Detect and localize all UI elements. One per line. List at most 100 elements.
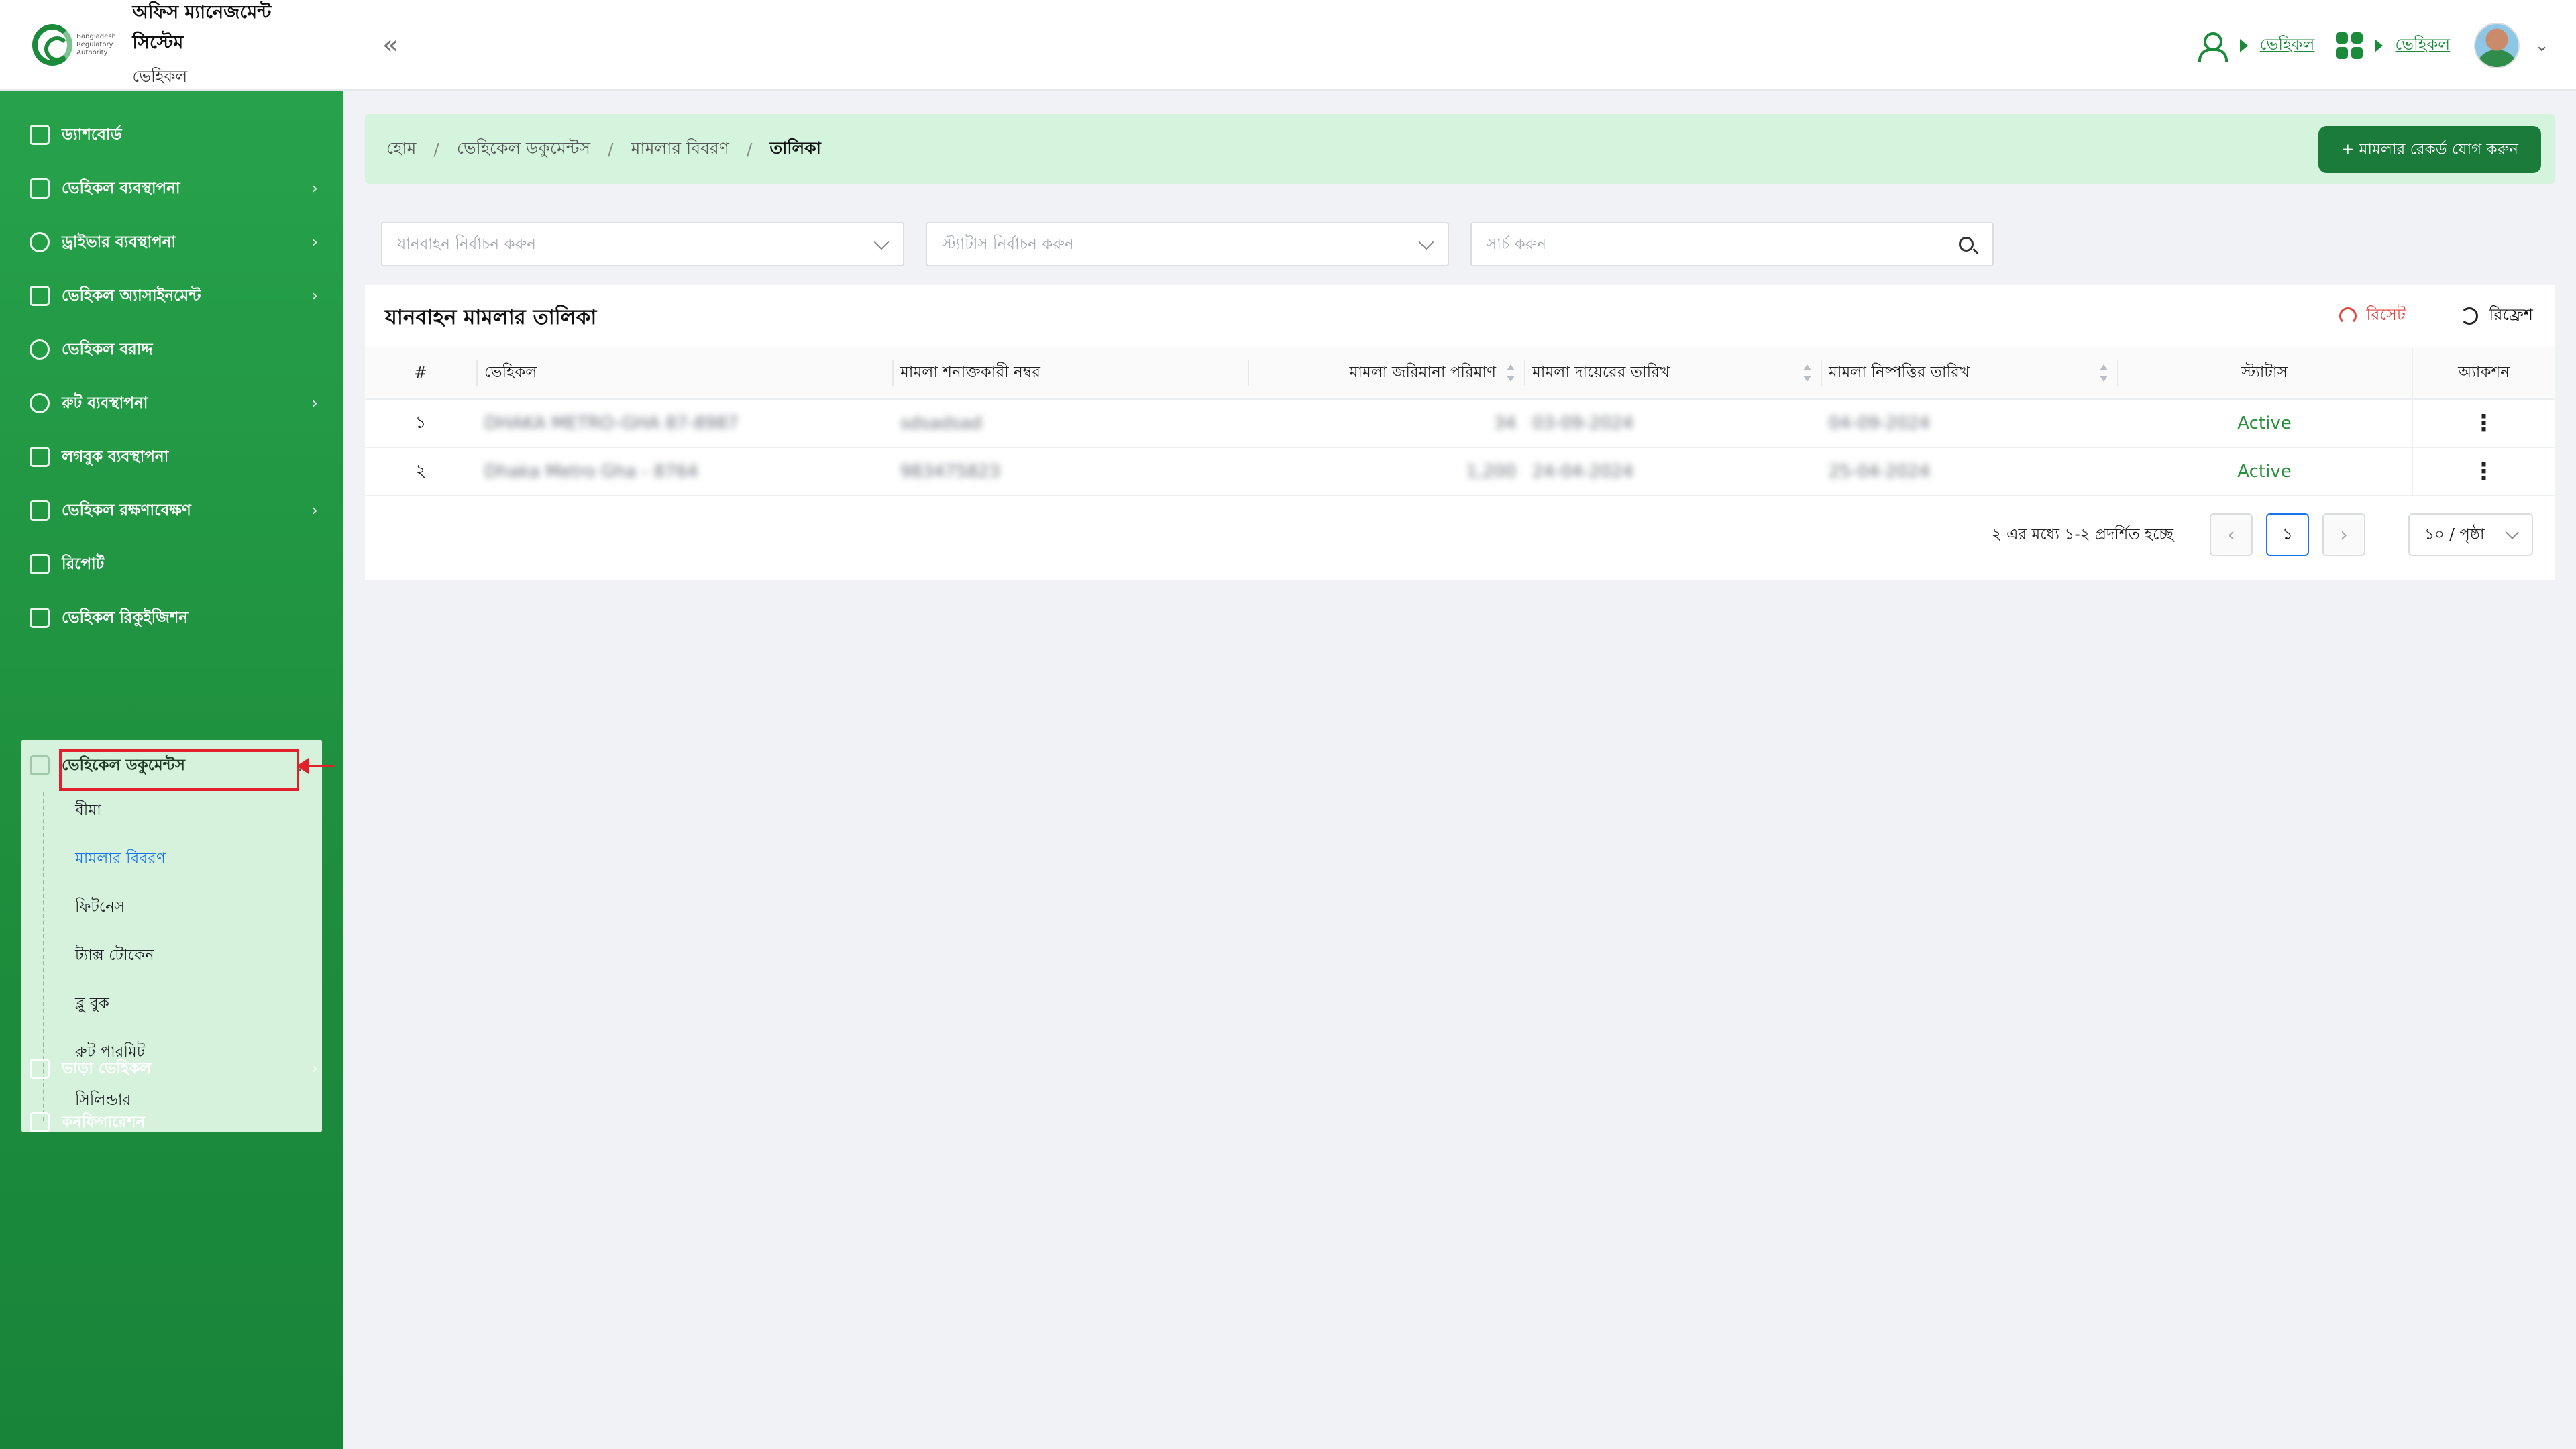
sidebar-item-label: ড্যাশবোর্ড — [62, 125, 122, 144]
status-select[interactable]: স্ট্যাটাস নির্বাচন করুন — [926, 222, 1449, 266]
col-header-label: স্ট্যাটাস — [2241, 364, 2288, 381]
submenu-item-blue-book[interactable]: ব্লু বুক — [75, 991, 109, 1017]
cell-resolved-date: 25-04-2024 — [1821, 447, 2117, 496]
pagination: ২ এর মধ্যে ১-২ প্রদর্শিত হচ্ছে ‹ ১ › ১০ … — [1992, 513, 2533, 556]
sidebar-item-label: রুট ব্যবস্থাপনা — [62, 394, 148, 412]
prev-page-button[interactable]: ‹ — [2210, 513, 2253, 556]
col-header-resolved-date[interactable]: মামলা নিষ্পত্তির তারিখ — [1821, 347, 2117, 400]
cell-case-id: 983475823 — [892, 447, 1248, 496]
col-header-vehicle: ভেহিকল — [476, 347, 892, 400]
sidebar-item-rent-vehicle[interactable]: ভাড়া ভেহিকল › — [30, 1050, 318, 1087]
submenu-item-case-details[interactable]: মামলার বিবরণ — [75, 846, 166, 872]
submenu-item-tax-token[interactable]: ট্যাক্স টোকেন — [75, 943, 154, 969]
header-link-vehicle-1[interactable]: ভেহিকল — [2260, 32, 2315, 59]
case-table-card: যানবাহন মামলার তালিকা রিসেট রিফ্রেশ # ভে… — [365, 285, 2555, 580]
col-header-index: # — [365, 347, 476, 400]
breadcrumb-home[interactable]: হোম — [386, 135, 416, 164]
caret-right-icon — [2239, 38, 2248, 52]
col-header-label: মামলা শনাক্তকারী নম্বর — [900, 364, 1040, 381]
tools-icon — [30, 500, 50, 521]
col-header-label: মামলা দায়েরের তারিখ — [1532, 364, 1670, 381]
cell-case-id: sdsadsad — [892, 399, 1248, 448]
col-header-fine[interactable]: মামলা জরিমানা পরিমাণ — [1248, 347, 1524, 400]
sidebar-item-label: কনফিগারেশন — [62, 1113, 146, 1131]
page-size-label: ১০ / পৃষ্ঠা — [2424, 525, 2485, 543]
chevron-right-icon: › — [311, 393, 318, 413]
breadcrumb-vehicle-documents[interactable]: ভেহিকেল ডকুমেন্টস — [457, 135, 590, 164]
route-icon — [30, 393, 50, 413]
apps-grid-icon[interactable] — [2336, 32, 2363, 59]
breadcrumb-separator: / — [746, 139, 753, 159]
sidebar-item-vehicle-maintenance[interactable]: ভেহিকল রক্ষণাবেক্ষণ › — [30, 492, 318, 529]
allocation-icon — [30, 339, 50, 360]
breadcrumb: হোম / ভেহিকেল ডকুমেন্টস / মামলার বিবরণ /… — [365, 114, 2555, 184]
col-header-filed-date[interactable]: মামলা দায়েরের তারিখ — [1524, 347, 1821, 400]
avatar[interactable] — [2474, 22, 2520, 68]
documents-icon — [30, 755, 50, 775]
breadcrumb-separator: / — [433, 139, 439, 159]
search-icon[interactable] — [1959, 237, 1974, 252]
sidebar-item-label: রিপোর্ট — [62, 555, 105, 573]
sort-icon[interactable] — [1507, 364, 1515, 382]
chevron-down-icon — [2506, 526, 2519, 539]
reset-button[interactable]: রিসেট — [2339, 303, 2406, 329]
logo-text: Bangladesh Regulatory Authority — [76, 32, 116, 56]
case-table: # ভেহিকল মামলা শনাক্তকারী নম্বর মামলা জর… — [365, 347, 2555, 496]
sidebar-item-label: ভেহিকল বরাদ্দ — [62, 340, 153, 358]
sidebar-item-vehicle-allocation[interactable]: ভেহিকল বরাদ্দ — [30, 331, 318, 368]
dashboard-icon — [30, 125, 50, 145]
breadcrumb-case-details[interactable]: মামলার বিবরণ — [631, 135, 729, 164]
sidebar-item-logbook-management[interactable]: লগবুক ব্যবস্থাপনা — [30, 438, 318, 476]
page-size-select[interactable]: ১০ / পৃষ্ঠা — [2408, 513, 2533, 556]
chevron-down-icon — [873, 234, 890, 250]
cell-filed-date: 03-09-2024 — [1524, 399, 1821, 448]
add-case-record-button[interactable]: + মামলার রেকর্ড যোগ করুন — [2318, 126, 2541, 173]
sidebar-item-label: ভেহিকল রিকুইজিশন — [62, 608, 189, 627]
logbook-icon — [30, 447, 50, 467]
chevron-down-icon[interactable]: ⌄ — [2534, 36, 2549, 56]
table-row: ২ Dhaka Metro Gha - 8764 983475823 1,200… — [365, 447, 2555, 496]
highlight-arrow-icon — [297, 758, 334, 774]
sidebar-item-vehicle-requisition[interactable]: ভেহিকল রিকুইজিশন — [30, 599, 318, 637]
page-button-current[interactable]: ১ — [2266, 513, 2309, 556]
cell-index: ১ — [365, 399, 476, 448]
submenu-item-insurance[interactable]: বীমা — [75, 798, 101, 824]
sidebar-item-configuration[interactable]: কনফিগারেশন — [30, 1104, 318, 1141]
logo — [32, 23, 73, 66]
sidebar-item-vehicle-management[interactable]: ভেহিকল ব্যবস্থাপনা › — [30, 170, 318, 207]
breadcrumb-list: তালিকা — [769, 138, 821, 158]
row-actions-menu-icon[interactable]: ⋮ — [2412, 447, 2555, 496]
user-switch-icon[interactable] — [2198, 31, 2228, 62]
sidebar-item-label: ড্রাইভার ব্যবস্থাপনা — [62, 233, 176, 251]
next-page-button[interactable]: › — [2322, 513, 2365, 556]
row-actions-menu-icon[interactable]: ⋮ — [2412, 399, 2555, 448]
col-header-action: অ্যাকশন — [2412, 347, 2555, 400]
sidebar-item-route-management[interactable]: রুট ব্যবস্থাপনা › — [30, 384, 318, 422]
breadcrumb-separator: / — [608, 139, 614, 159]
header-link-vehicle-2[interactable]: ভেহিকল — [2395, 32, 2450, 59]
collapse-sidebar-icon[interactable]: « — [382, 30, 398, 60]
sort-icon[interactable] — [1803, 364, 1811, 382]
submenu-item-fitness[interactable]: ফিটনেস — [75, 894, 125, 920]
chevron-right-icon: › — [311, 1059, 318, 1079]
sidebar-item-label: ভাড়া ভেহিকল — [62, 1059, 152, 1077]
assignment-icon — [30, 286, 50, 306]
chevron-down-icon — [1418, 234, 1434, 250]
search-input[interactable]: সার্চ করুন — [1470, 222, 1994, 266]
chevron-right-icon: › — [311, 178, 318, 199]
sidebar-item-dashboard[interactable]: ড্যাশবোর্ড — [30, 116, 318, 154]
sort-icon[interactable] — [2100, 364, 2108, 382]
sidebar-item-report[interactable]: রিপোর্ট — [30, 545, 318, 583]
refresh-button[interactable]: রিফ্রেশ — [2461, 303, 2533, 329]
config-icon — [30, 1112, 50, 1132]
sidebar-item-label: ভেহিকল রক্ষণাবেক্ষণ — [62, 501, 191, 519]
vehicle-select[interactable]: যানবাহন নির্বাচন করুন — [381, 222, 904, 266]
app-subtitle: ভেহিকল — [132, 66, 188, 86]
col-header-label: মামলা নিষ্পত্তির তারিখ — [1829, 364, 1970, 381]
refresh-label: রিফ্রেশ — [2489, 305, 2533, 324]
status-select-placeholder: স্ট্যাটাস নির্বাচন করুন — [942, 235, 1074, 253]
sidebar-item-driver-management[interactable]: ড্রাইভার ব্যবস্থাপনা › — [30, 223, 318, 261]
cell-vehicle: DHAKA METRO-GHA 87-8987 — [476, 399, 892, 448]
cell-vehicle: Dhaka Metro Gha - 8764 — [476, 447, 892, 496]
sidebar-item-vehicle-assignment[interactable]: ভেহিকল অ্যাসাইনমেন্ট › — [30, 277, 318, 315]
